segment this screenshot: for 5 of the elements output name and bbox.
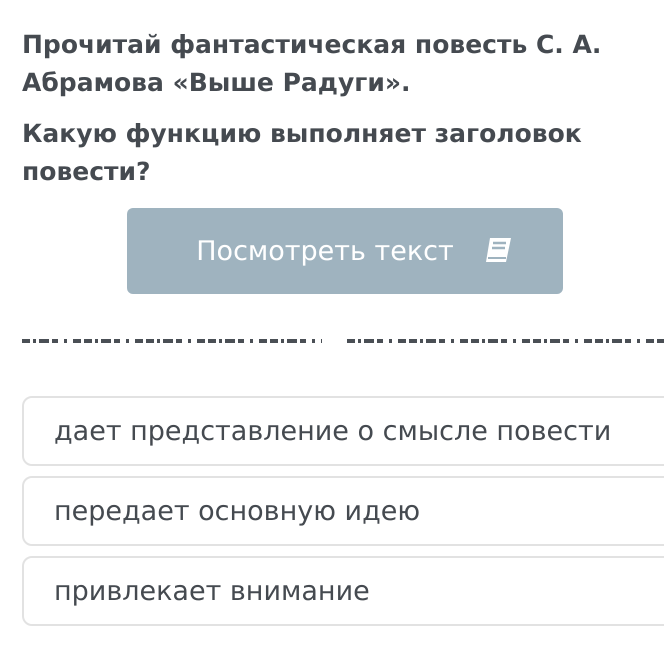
answer-option[interactable]: дает представление о смысле повести (22, 396, 664, 466)
question-text: Какую функцию выполняет заголовок повести? (22, 118, 583, 188)
answer-option[interactable]: передает основную идею (22, 476, 664, 546)
task-text: Прочитай фантастическая повесть С. А. Абрамова «Выше Радуги». (22, 29, 602, 99)
answer-option[interactable]: привлекает внимание (22, 556, 664, 626)
